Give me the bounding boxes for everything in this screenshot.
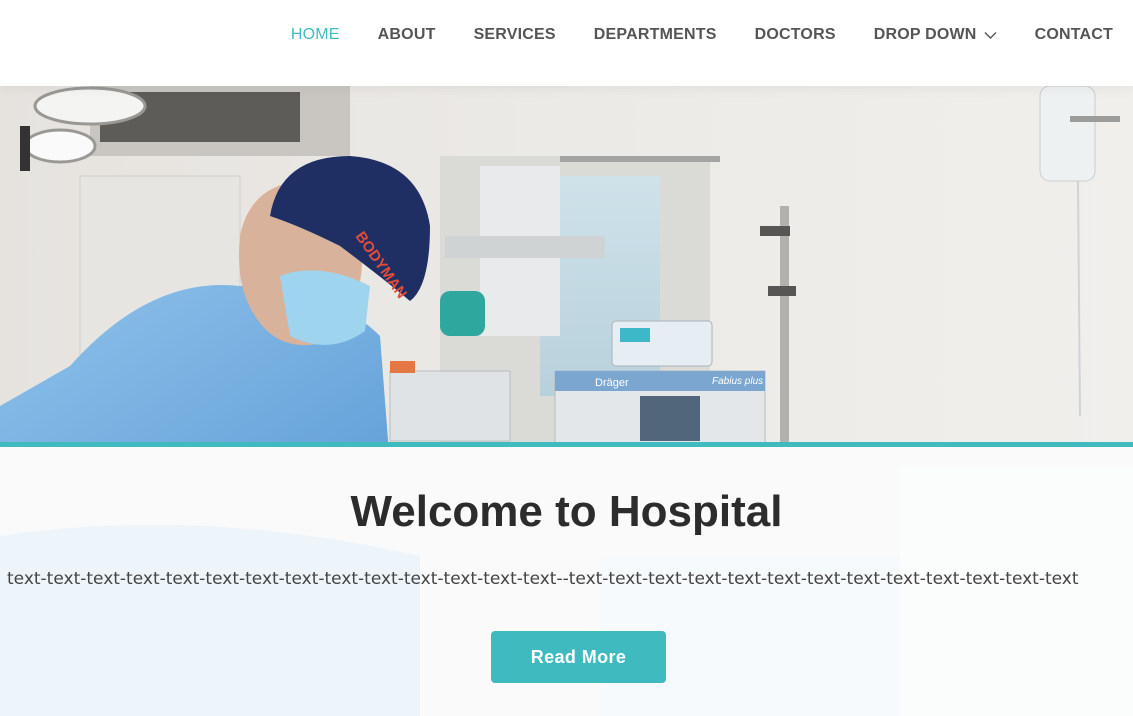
- nav-services[interactable]: SERVICES: [474, 26, 556, 44]
- read-more-button[interactable]: Read More: [491, 631, 666, 683]
- nav-drop-down[interactable]: DROP DOWN: [874, 26, 997, 44]
- monitor-brand-text: Dräger: [595, 377, 629, 389]
- main-nav: HOME ABOUT SERVICES DEPARTMENTS DOCTORS …: [291, 0, 1133, 70]
- hero-content-card: Welcome to Hospital text-text-text-text-…: [0, 442, 1133, 716]
- hero-title: Welcome to Hospital: [350, 487, 783, 536]
- chevron-down-icon: [984, 31, 997, 39]
- monitor-model-text: Fabius plus: [712, 376, 763, 387]
- nav-home[interactable]: HOME: [291, 26, 340, 44]
- nav-about[interactable]: ABOUT: [378, 26, 436, 44]
- hero-subtext: text-text-text-text-text-text-text-text-…: [7, 569, 1079, 589]
- nav-departments[interactable]: DEPARTMENTS: [594, 26, 717, 44]
- nav-contact[interactable]: CONTACT: [1035, 26, 1113, 44]
- site-header: HOME ABOUT SERVICES DEPARTMENTS DOCTORS …: [0, 0, 1133, 86]
- nav-doctors[interactable]: DOCTORS: [755, 26, 836, 44]
- nav-drop-down-label: DROP DOWN: [873, 26, 977, 43]
